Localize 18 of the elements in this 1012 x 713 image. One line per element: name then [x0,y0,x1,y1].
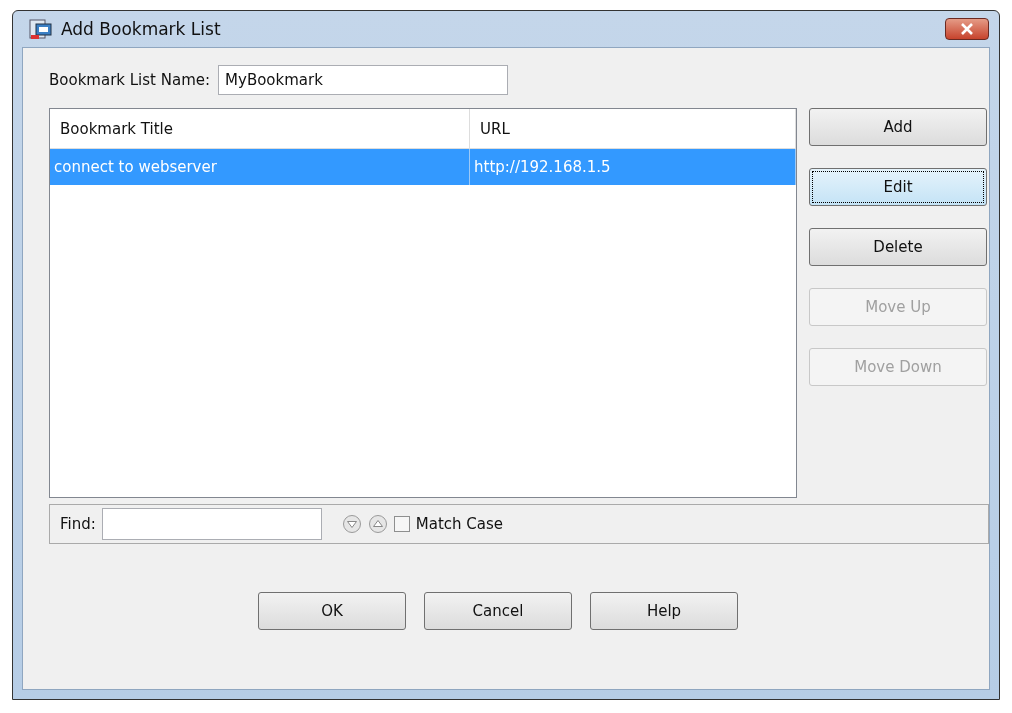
field-label: Bookmark List Name: [49,71,211,89]
bookmark-list-name-field[interactable]: MyBookmark [218,65,509,95]
match-case-checkbox[interactable] [393,516,410,532]
close-button[interactable] [945,18,989,40]
window-title: Add Bookmark List [61,19,222,39]
action-button[interactable]: Add [809,108,987,146]
action-button[interactable]: Delete [809,228,987,266]
close-icon [960,23,974,35]
find-field[interactable] [101,508,322,540]
action-button[interactable]: Edit [809,168,987,206]
dialog-button[interactable]: OK [258,592,406,630]
find-previous-icon[interactable] [367,514,388,534]
dialog-button[interactable]: Help [590,592,738,630]
dialog-button[interactable]: Cancel [424,592,572,630]
find-label: Find: [60,515,96,533]
bookmark-list-icon [29,18,53,40]
find-next-icon[interactable] [341,514,362,534]
checkbox-label: Match Case [415,515,504,533]
